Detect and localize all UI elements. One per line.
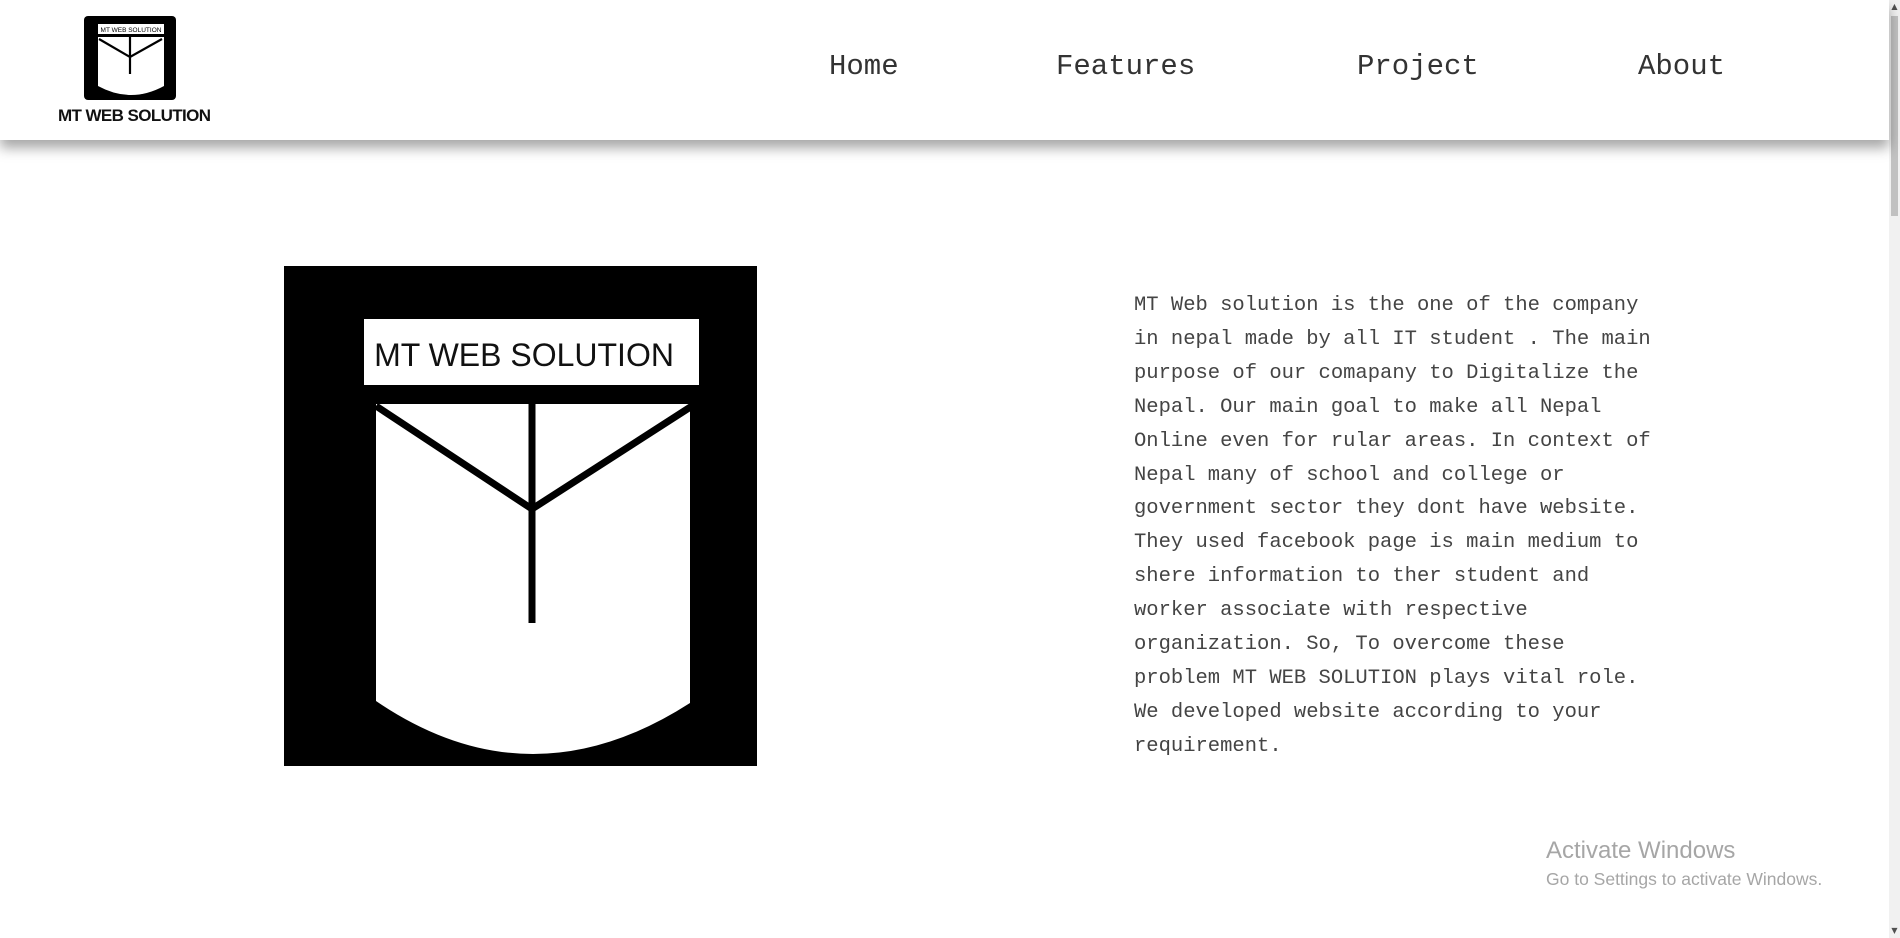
hero-logo-icon: MT WEB SOLUTION (284, 266, 757, 766)
watermark-title: Activate Windows (1546, 837, 1736, 864)
brand-name: MT WEB SOLUTION (58, 106, 211, 125)
scrollbar-thumb[interactable] (1891, 16, 1898, 216)
nav-about[interactable]: About (1638, 50, 1725, 83)
nav-home[interactable]: Home (829, 50, 899, 83)
nav-project[interactable]: Project (1357, 50, 1479, 83)
brand-logo-icon[interactable]: MT WEB SOLUTION (84, 16, 176, 100)
windows-activation-watermark: Activate Windows Go to Settings to activ… (1546, 836, 1822, 892)
scroll-up-arrow-icon[interactable]: ▲ (1890, 0, 1899, 14)
nav-features[interactable]: Features (1056, 50, 1195, 83)
site-header: MT WEB SOLUTION MT WEB SOLUTION Home Fea… (0, 0, 1889, 140)
watermark-subtitle: Go to Settings to activate Windows. (1546, 869, 1823, 889)
brand[interactable]: MT WEB SOLUTION MT WEB SOLUTION (58, 16, 211, 131)
scroll-down-arrow-icon[interactable]: ▼ (1890, 924, 1899, 938)
hero-logo-text: MT WEB SOLUTION (374, 337, 674, 373)
vertical-scrollbar[interactable]: ▲ ▼ (1889, 0, 1900, 938)
about-paragraph: MT Web solution is the one of the compan… (1134, 294, 1651, 758)
brand-logo-text: MT WEB SOLUTION (101, 27, 162, 34)
